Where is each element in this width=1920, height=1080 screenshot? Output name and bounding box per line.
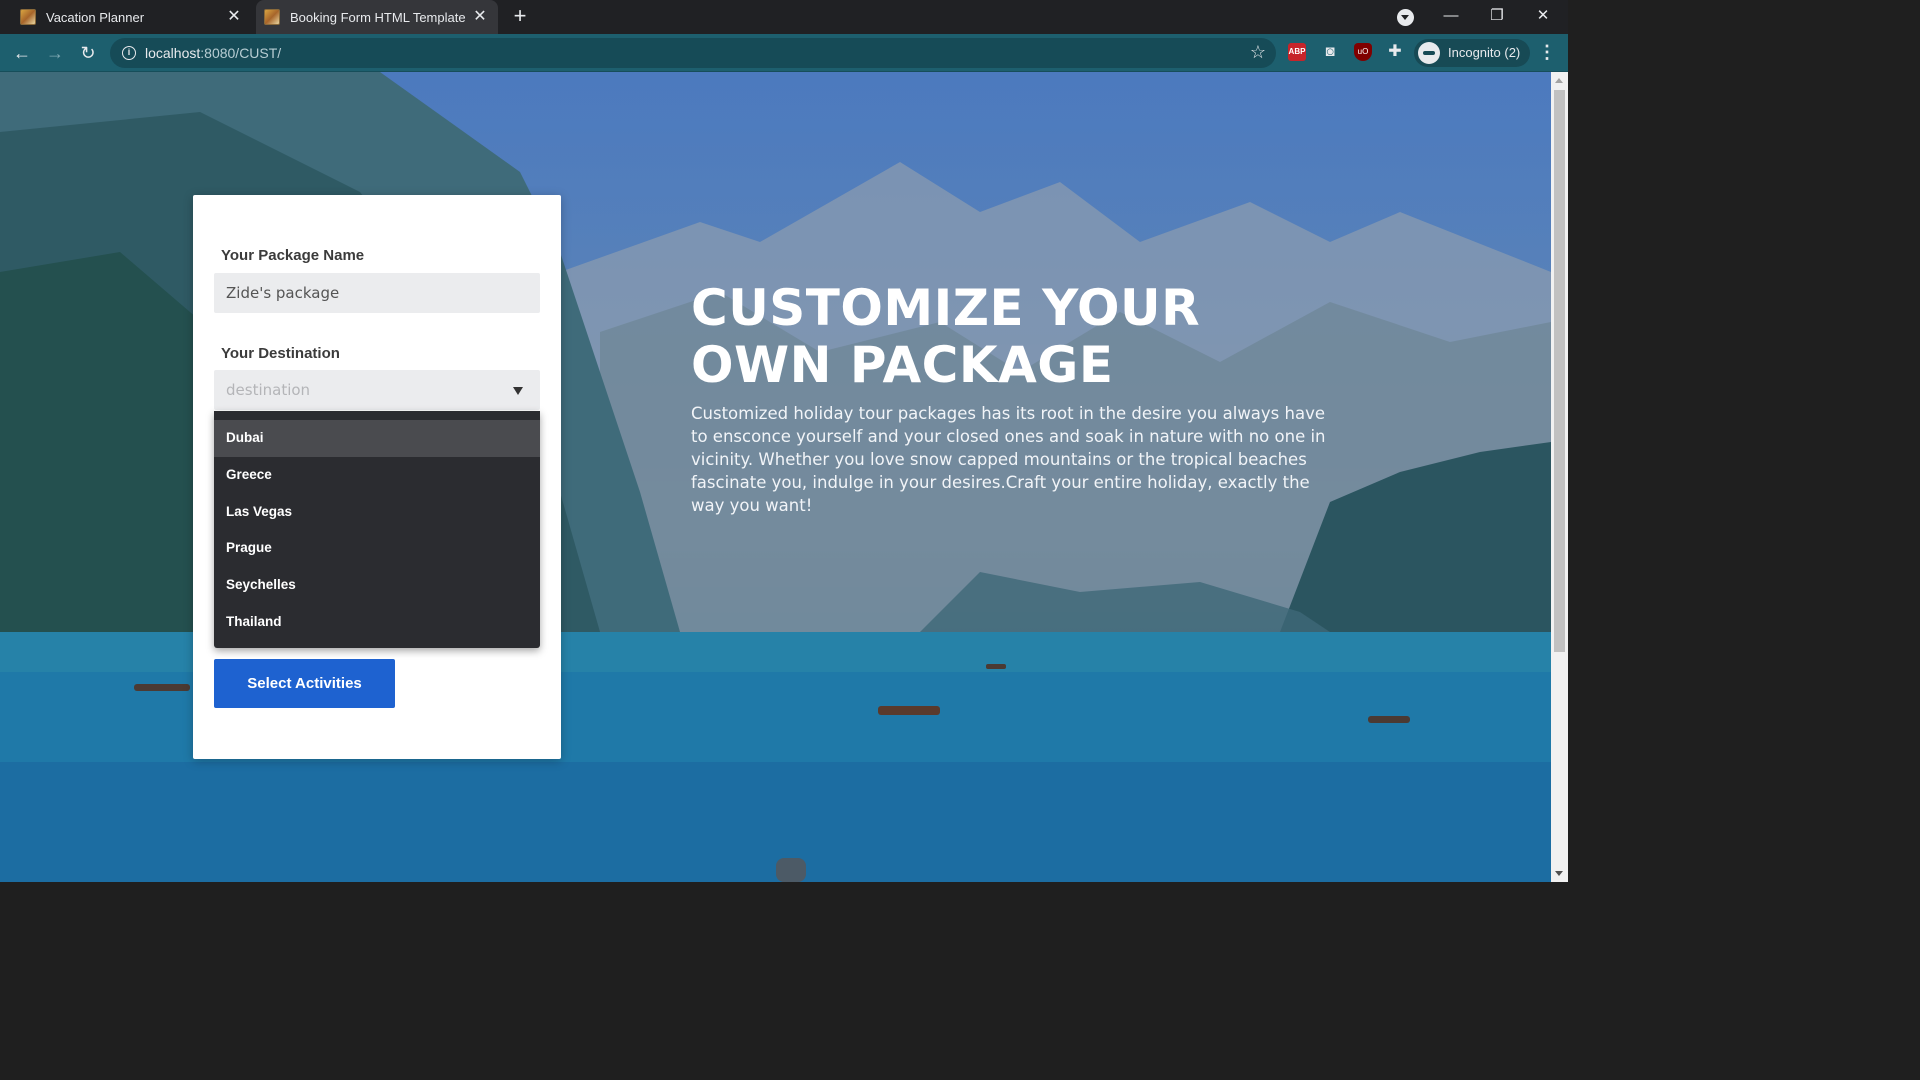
tab-booking-form[interactable]: Booking Form HTML Template ✕ <box>256 0 498 34</box>
destination-option-las-vegas[interactable]: Las Vegas <box>214 494 540 531</box>
scroll-down-icon[interactable] <box>1555 871 1563 876</box>
tab-title: Booking Form HTML Template <box>290 9 466 25</box>
extensions-puzzle-icon[interactable]: ✚ <box>1386 43 1404 61</box>
scroll-up-icon[interactable] <box>1555 78 1563 83</box>
page-scrollbar[interactable] <box>1551 72 1568 882</box>
hero-title-line-1: CUSTOMIZE YOUR <box>691 279 1201 337</box>
tab-title: Vacation Planner <box>46 9 145 25</box>
destination-option-greece[interactable]: Greece <box>214 457 540 494</box>
vacation-favicon-icon <box>264 9 280 25</box>
more-menu-icon[interactable]: ⋮ <box>1538 42 1556 64</box>
url-path: :8080/CUST/ <box>200 45 282 61</box>
address-url: localhost:8080/CUST/ <box>145 45 281 61</box>
close-window-icon[interactable]: ✕ <box>1520 0 1566 34</box>
page-background: Your Package Name Zide's package Your De… <box>0 72 1551 882</box>
destination-placeholder: destination <box>226 381 311 399</box>
tab-vacation-planner[interactable]: Vacation Planner ✕ <box>8 0 252 34</box>
close-tab-icon[interactable]: ✕ <box>472 9 488 25</box>
incognito-label: Incognito (2) <box>1448 45 1521 60</box>
destination-option-dubai[interactable]: Dubai <box>214 420 540 457</box>
destination-option-prague[interactable]: Prague <box>214 530 540 567</box>
booking-form-card: Your Package Name Zide's package Your De… <box>193 195 561 759</box>
forward-icon[interactable]: → <box>43 41 67 65</box>
package-name-label: Your Package Name <box>221 247 365 264</box>
hero-section: CUSTOMIZE YOUR OWN PACKAGE Customized ho… <box>691 280 1341 517</box>
hero-title-line-2: OWN PACKAGE <box>691 336 1114 394</box>
back-icon[interactable]: ← <box>10 41 34 65</box>
address-bar[interactable]: i localhost:8080/CUST/ ☆ <box>110 38 1276 68</box>
browser-toolbar: ← → ↻ i localhost:8080/CUST/ ☆ ABP ◙ uO … <box>0 34 1568 72</box>
destination-select[interactable]: destination <box>214 370 540 410</box>
reload-icon[interactable]: ↻ <box>76 41 100 65</box>
minimize-icon[interactable]: — <box>1428 0 1474 34</box>
select-activities-button[interactable]: Select Activities <box>214 659 395 708</box>
incognito-icon <box>1418 42 1440 64</box>
tab-search-icon[interactable] <box>1397 9 1414 26</box>
adblock-icon[interactable]: ABP <box>1288 43 1306 61</box>
destination-label: Your Destination <box>221 345 340 362</box>
camera-icon[interactable]: ◙ <box>1321 43 1339 61</box>
destination-option-seychelles[interactable]: Seychelles <box>214 567 540 604</box>
destination-option-thailand[interactable]: Thailand <box>214 604 540 641</box>
incognito-profile-button[interactable]: Incognito (2) <box>1414 39 1531 67</box>
restore-icon[interactable]: ❐ <box>1474 0 1520 34</box>
dropdown-caret-icon <box>513 387 523 395</box>
hero-title: CUSTOMIZE YOUR OWN PACKAGE <box>691 280 1341 394</box>
ublock-icon[interactable]: uO <box>1354 43 1372 61</box>
package-name-input[interactable]: Zide's package <box>214 273 540 313</box>
new-tab-icon[interactable]: + <box>508 5 532 29</box>
close-tab-icon[interactable]: ✕ <box>226 9 242 25</box>
bookmark-star-icon[interactable]: ☆ <box>1250 42 1266 63</box>
hero-description: Customized holiday tour packages has its… <box>691 404 1326 515</box>
destination-dropdown-list: Dubai Greece Las Vegas Prague Seychelles… <box>214 411 540 648</box>
info-icon[interactable]: i <box>122 46 136 60</box>
tab-strip: Vacation Planner ✕ Booking Form HTML Tem… <box>0 0 1568 34</box>
scrollbar-thumb[interactable] <box>1554 90 1565 652</box>
vacation-favicon-icon <box>20 9 36 25</box>
url-host: localhost <box>145 45 201 61</box>
